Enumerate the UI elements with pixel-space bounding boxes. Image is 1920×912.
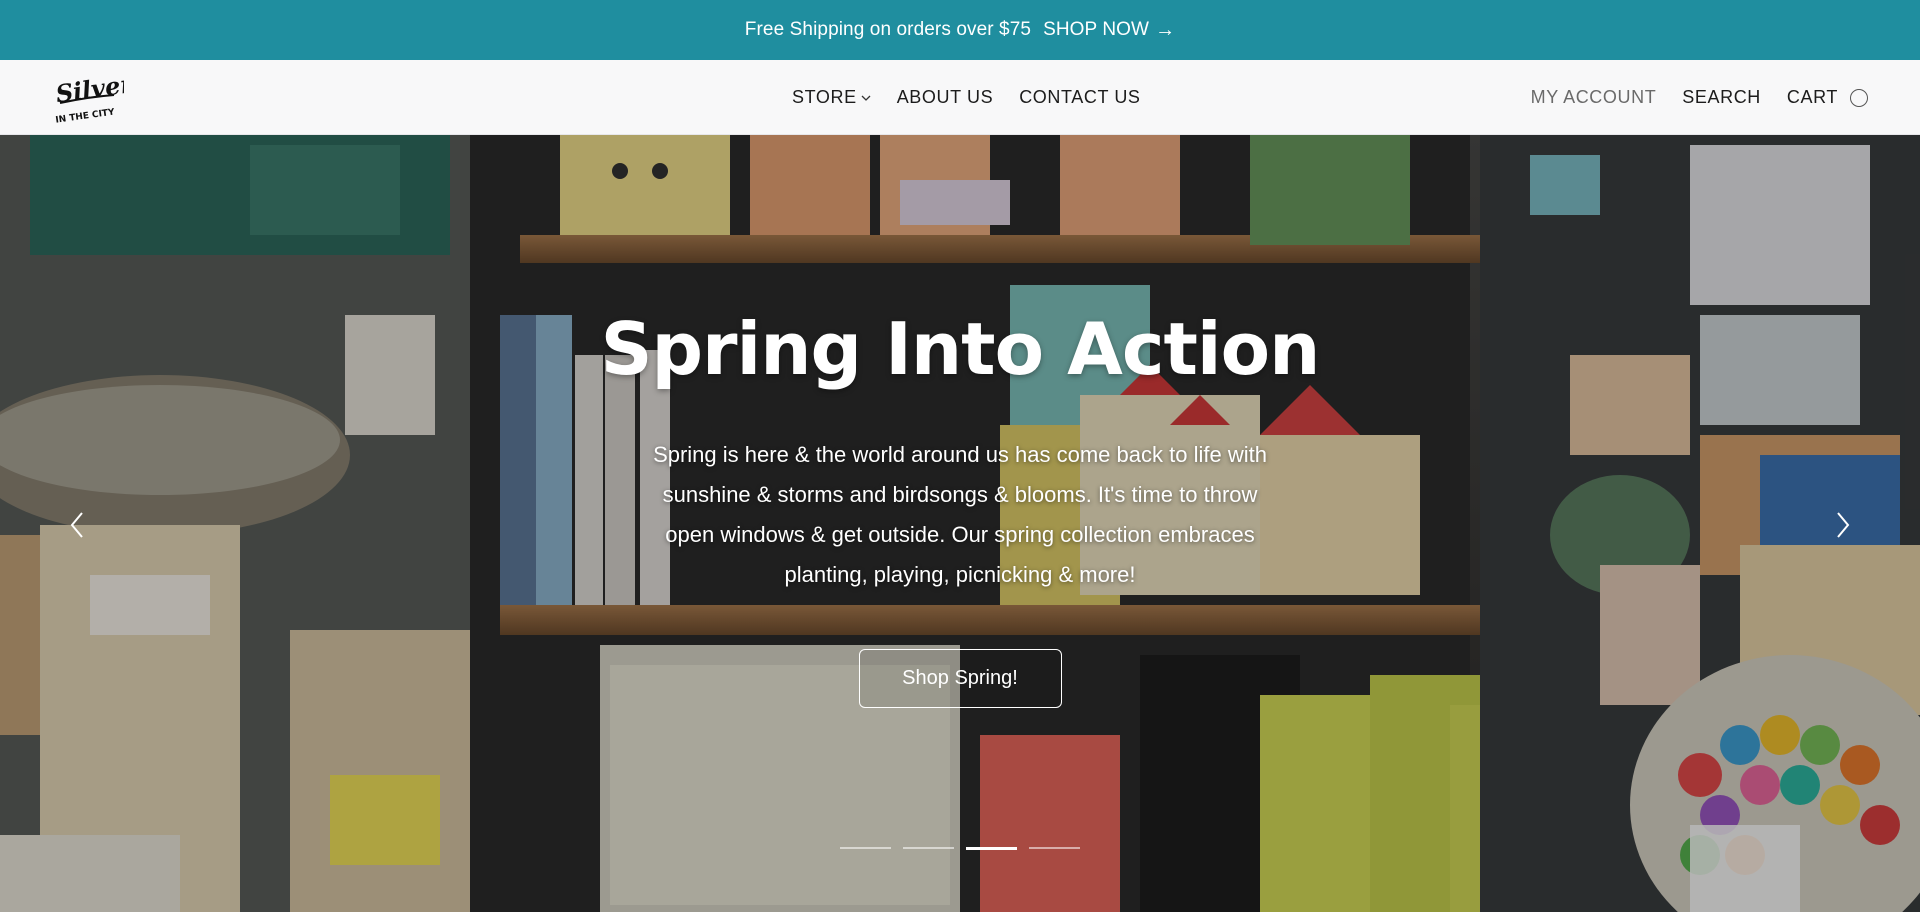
chevron-right-icon [1837,512,1850,538]
announcement-message: Free Shipping on orders over $75 [744,19,1032,40]
slide-indicator-1[interactable] [840,847,891,849]
slide-next-button[interactable] [1828,505,1858,545]
hero-description: Spring is here & the world around us has… [653,442,1267,588]
slide-indicator-4[interactable] [1029,847,1080,849]
svg-text:Silver: Silver [54,73,124,109]
nav-store-label: STORE [792,87,857,107]
cart-label: CART [1786,87,1838,107]
hero-title: Spring Into Action [600,307,1321,391]
shop-now-label: SHOP NOW [1043,19,1150,40]
cart-count-icon [1850,88,1868,107]
logo[interactable]: Silver IN THE CITY [52,69,137,126]
hero-slideshow: Spring Into Action Spring is here & the … [0,135,1920,912]
shop-now-link[interactable]: SHOP NOW → [1043,19,1175,42]
announcement-bar: Free Shipping on orders over $75 SHOP NO… [0,0,1920,60]
nav-contact-us[interactable]: CONTACT US [1019,87,1140,108]
chevron-left-icon [70,512,83,538]
shop-spring-button[interactable]: Shop Spring! [858,649,1062,709]
nav-about-us[interactable]: ABOUT US [897,87,994,108]
svg-text:IN THE CITY: IN THE CITY [55,107,116,123]
slide-indicator-3[interactable] [966,846,1017,850]
utility-nav: MY ACCOUNT SEARCH CART [1531,60,1868,135]
my-account-link[interactable]: MY ACCOUNT [1531,87,1657,108]
site-header: Silver IN THE CITY STORE ABOUT US CONTAC… [0,60,1920,135]
hero-content: Spring Into Action Spring is here & the … [560,307,1360,709]
slide-indicators [840,846,1080,850]
arrow-right-icon: → [1155,18,1176,41]
slide-indicator-2[interactable] [903,847,954,849]
slide-prev-button[interactable] [62,505,92,545]
main-nav: STORE ABOUT US CONTACT US [792,60,1141,135]
search-link[interactable]: SEARCH [1682,87,1761,108]
chevron-down-icon [861,95,871,101]
nav-store[interactable]: STORE [792,87,871,108]
logo-graphic: Silver IN THE CITY [54,69,137,126]
cart-link[interactable]: CART [1787,87,1868,108]
